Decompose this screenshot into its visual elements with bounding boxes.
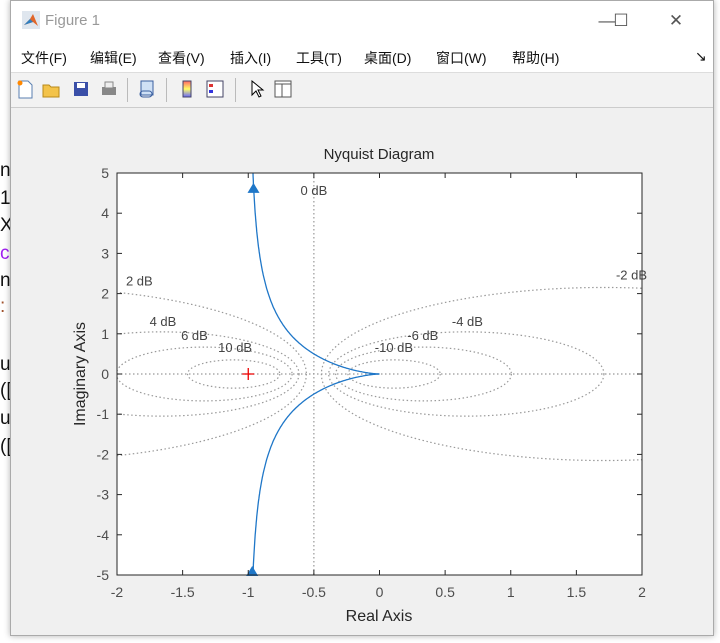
x-tick-label: 2 <box>638 584 646 600</box>
nyquist-plot[interactable]: 0 dB2 dB4 dB6 dB10 dB-2 dB-4 dB-6 dB-10 … <box>0 0 720 643</box>
grid-db-label: 0 dB <box>301 183 328 198</box>
x-axis-label: Real Axis <box>346 608 413 625</box>
y-tick-label: -5 <box>97 567 110 583</box>
y-tick-label: 3 <box>101 245 109 261</box>
chart-title: Nyquist Diagram <box>324 146 435 163</box>
y-tick-label: 2 <box>101 286 109 302</box>
y-tick-label: 4 <box>101 205 109 221</box>
y-tick-label: -4 <box>97 527 110 543</box>
x-tick-label: 0 <box>376 584 384 600</box>
grid-db-label: 4 dB <box>150 314 177 329</box>
y-axis-label: Imaginary Axis <box>72 322 89 426</box>
x-tick-label: -0.5 <box>302 584 326 600</box>
y-tick-label: 0 <box>101 366 109 382</box>
y-tick-label: -1 <box>97 406 110 422</box>
grid-db-label: -4 dB <box>452 314 483 329</box>
x-tick-label: 1.5 <box>567 584 587 600</box>
x-tick-label: -2 <box>111 584 124 600</box>
y-tick-label: 5 <box>101 165 109 181</box>
x-tick-label: -1.5 <box>171 584 195 600</box>
grid-db-label: 6 dB <box>181 328 208 343</box>
grid-db-label: -10 dB <box>375 340 413 355</box>
y-tick-label: 1 <box>101 326 109 342</box>
y-tick-label: -3 <box>97 487 110 503</box>
y-tick-label: -2 <box>97 446 110 462</box>
x-tick-label: -1 <box>242 584 255 600</box>
x-tick-label: 0.5 <box>435 584 455 600</box>
grid-db-label: 2 dB <box>126 274 153 289</box>
grid-db-label: 10 dB <box>218 340 252 355</box>
x-tick-label: 1 <box>507 584 515 600</box>
